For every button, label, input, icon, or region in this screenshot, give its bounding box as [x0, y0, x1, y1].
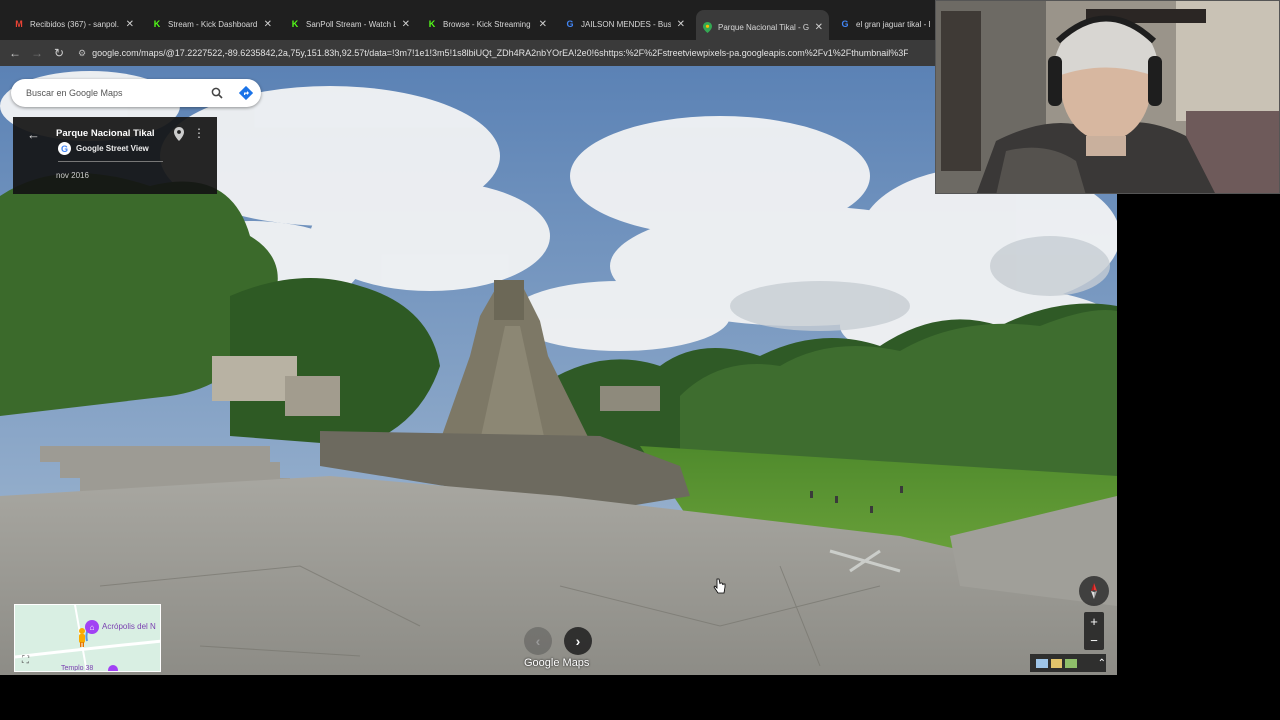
tab-title: SanPoll Stream - Watch L	[306, 19, 396, 29]
maps-search-box[interactable]: Buscar en Google Maps	[11, 79, 261, 107]
tab-kick-browse[interactable]: K Browse - Kick Streaming ✕	[421, 12, 553, 36]
tab-title: Recibidos (367) - sanpol.	[30, 19, 119, 29]
tab-kick-dashboard[interactable]: K Stream - Kick Dashboard ✕	[146, 12, 278, 36]
location-pin-icon[interactable]	[173, 127, 185, 141]
close-icon[interactable]: ✕	[264, 19, 272, 30]
kick-icon: K	[428, 19, 436, 29]
tab-google-search[interactable]: G JAILSON MENDES - Busc ✕	[559, 12, 691, 36]
tab-gmail[interactable]: M Recibidos (367) - sanpol. ✕	[8, 12, 140, 36]
minimap[interactable]: ⌂ Acrópolis del N Templo 38 ⛶	[14, 604, 161, 672]
tab-strip: M Recibidos (367) - sanpol. ✕ K Stream -…	[0, 0, 936, 44]
tab-google-jaguar[interactable]: G el gran jaguar tikal - Bu	[834, 12, 936, 36]
photo-strip-toggle[interactable]: ⌃	[1030, 654, 1106, 672]
close-icon[interactable]: ✕	[539, 19, 547, 30]
close-icon[interactable]: ✕	[126, 19, 134, 30]
street-view-info-panel: ← Parque Nacional Tikal ⋮ G Google Stree…	[13, 117, 217, 194]
kick-icon: K	[153, 19, 161, 29]
zoom-control: + −	[1084, 612, 1104, 650]
zoom-out-button[interactable]: −	[1090, 633, 1098, 648]
tab-kick-watch[interactable]: K SanPoll Stream - Watch L ✕	[284, 12, 416, 36]
google-maps-logo: Google Maps	[524, 657, 590, 669]
thumbnail[interactable]	[1050, 658, 1063, 668]
minimap-poi-label: Templo 38	[61, 665, 94, 672]
poi-marker-icon[interactable]: ⌂	[85, 620, 99, 634]
minimap-roads	[15, 605, 160, 671]
tab-title: el gran jaguar tikal - Bu	[856, 19, 930, 29]
pegman-icon[interactable]	[77, 627, 87, 647]
maps-pin-icon	[702, 21, 712, 33]
webcam-overlay	[935, 0, 1280, 194]
url-field[interactable]: ⚙ google.com/maps/@17.2227522,-89.623584…	[78, 48, 908, 59]
more-options-icon[interactable]: ⋮	[193, 126, 205, 140]
place-title[interactable]: Parque Nacional Tikal	[56, 128, 155, 139]
forward-arrow-icon[interactable]: →	[26, 42, 48, 64]
search-input[interactable]: Buscar en Google Maps	[26, 88, 203, 98]
thumbnail[interactable]	[1036, 658, 1048, 668]
zoom-in-button[interactable]: +	[1090, 614, 1098, 629]
divider	[58, 161, 163, 162]
search-icon[interactable]	[203, 87, 231, 99]
google-icon: G	[566, 19, 574, 29]
tab-title: Browse - Kick Streaming	[443, 19, 531, 29]
gmail-icon: M	[15, 19, 23, 29]
back-arrow-icon[interactable]: ←	[4, 42, 26, 64]
kick-icon: K	[291, 19, 299, 29]
close-icon[interactable]: ✕	[815, 22, 823, 33]
tab-maps-active[interactable]: Parque Nacional Tikal - G ✕	[696, 10, 829, 44]
site-info-icon[interactable]: ⚙	[78, 48, 86, 59]
capture-date[interactable]: nov 2016	[56, 171, 89, 180]
directions-icon[interactable]	[231, 86, 261, 100]
tab-title: JAILSON MENDES - Busc	[581, 19, 671, 29]
source-attribution: G Google Street View	[58, 142, 149, 155]
tab-title: Parque Nacional Tikal - G	[718, 22, 809, 32]
next-photo-button[interactable]: ›	[564, 627, 592, 655]
poi-marker-icon[interactable]	[108, 665, 118, 671]
tab-title: Stream - Kick Dashboard	[168, 19, 258, 29]
close-icon[interactable]: ✕	[402, 19, 410, 30]
thumbnail[interactable]	[1065, 658, 1077, 668]
reload-icon[interactable]: ↻	[48, 42, 70, 64]
expand-icon[interactable]: ⛶	[22, 655, 29, 666]
google-icon: G	[58, 142, 71, 155]
hand-cursor-icon	[713, 578, 726, 594]
webcam-feed	[936, 1, 1279, 193]
previous-photo-button[interactable]: ‹	[524, 627, 552, 655]
minimap-poi-label: Acrópolis del N	[102, 622, 156, 631]
google-icon: G	[841, 19, 849, 29]
compass-icon[interactable]	[1079, 576, 1109, 606]
url-text: google.com/maps/@17.2227522,-89.6235842,…	[92, 48, 908, 58]
source-label: Google Street View	[76, 144, 149, 153]
back-arrow-icon[interactable]: ←	[27, 127, 40, 142]
expand-up-icon[interactable]: ⌃	[1098, 658, 1106, 669]
close-icon[interactable]: ✕	[677, 19, 685, 30]
address-bar-row: ← → ↻ ⚙ google.com/maps/@17.2227522,-89.…	[0, 40, 936, 66]
screen: M Recibidos (367) - sanpol. ✕ K Stream -…	[0, 0, 1280, 720]
